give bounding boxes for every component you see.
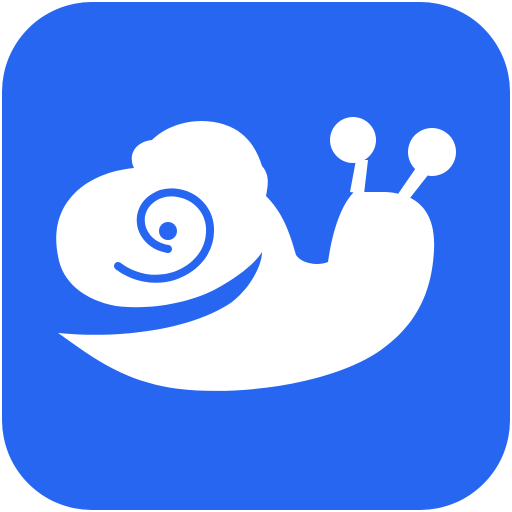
right-antenna-tip	[408, 128, 456, 176]
shell-spiral-center	[159, 222, 177, 240]
snail-app-icon[interactable]	[0, 0, 512, 512]
app-icon-graphic	[2, 2, 510, 510]
left-antenna-tip	[330, 117, 376, 163]
